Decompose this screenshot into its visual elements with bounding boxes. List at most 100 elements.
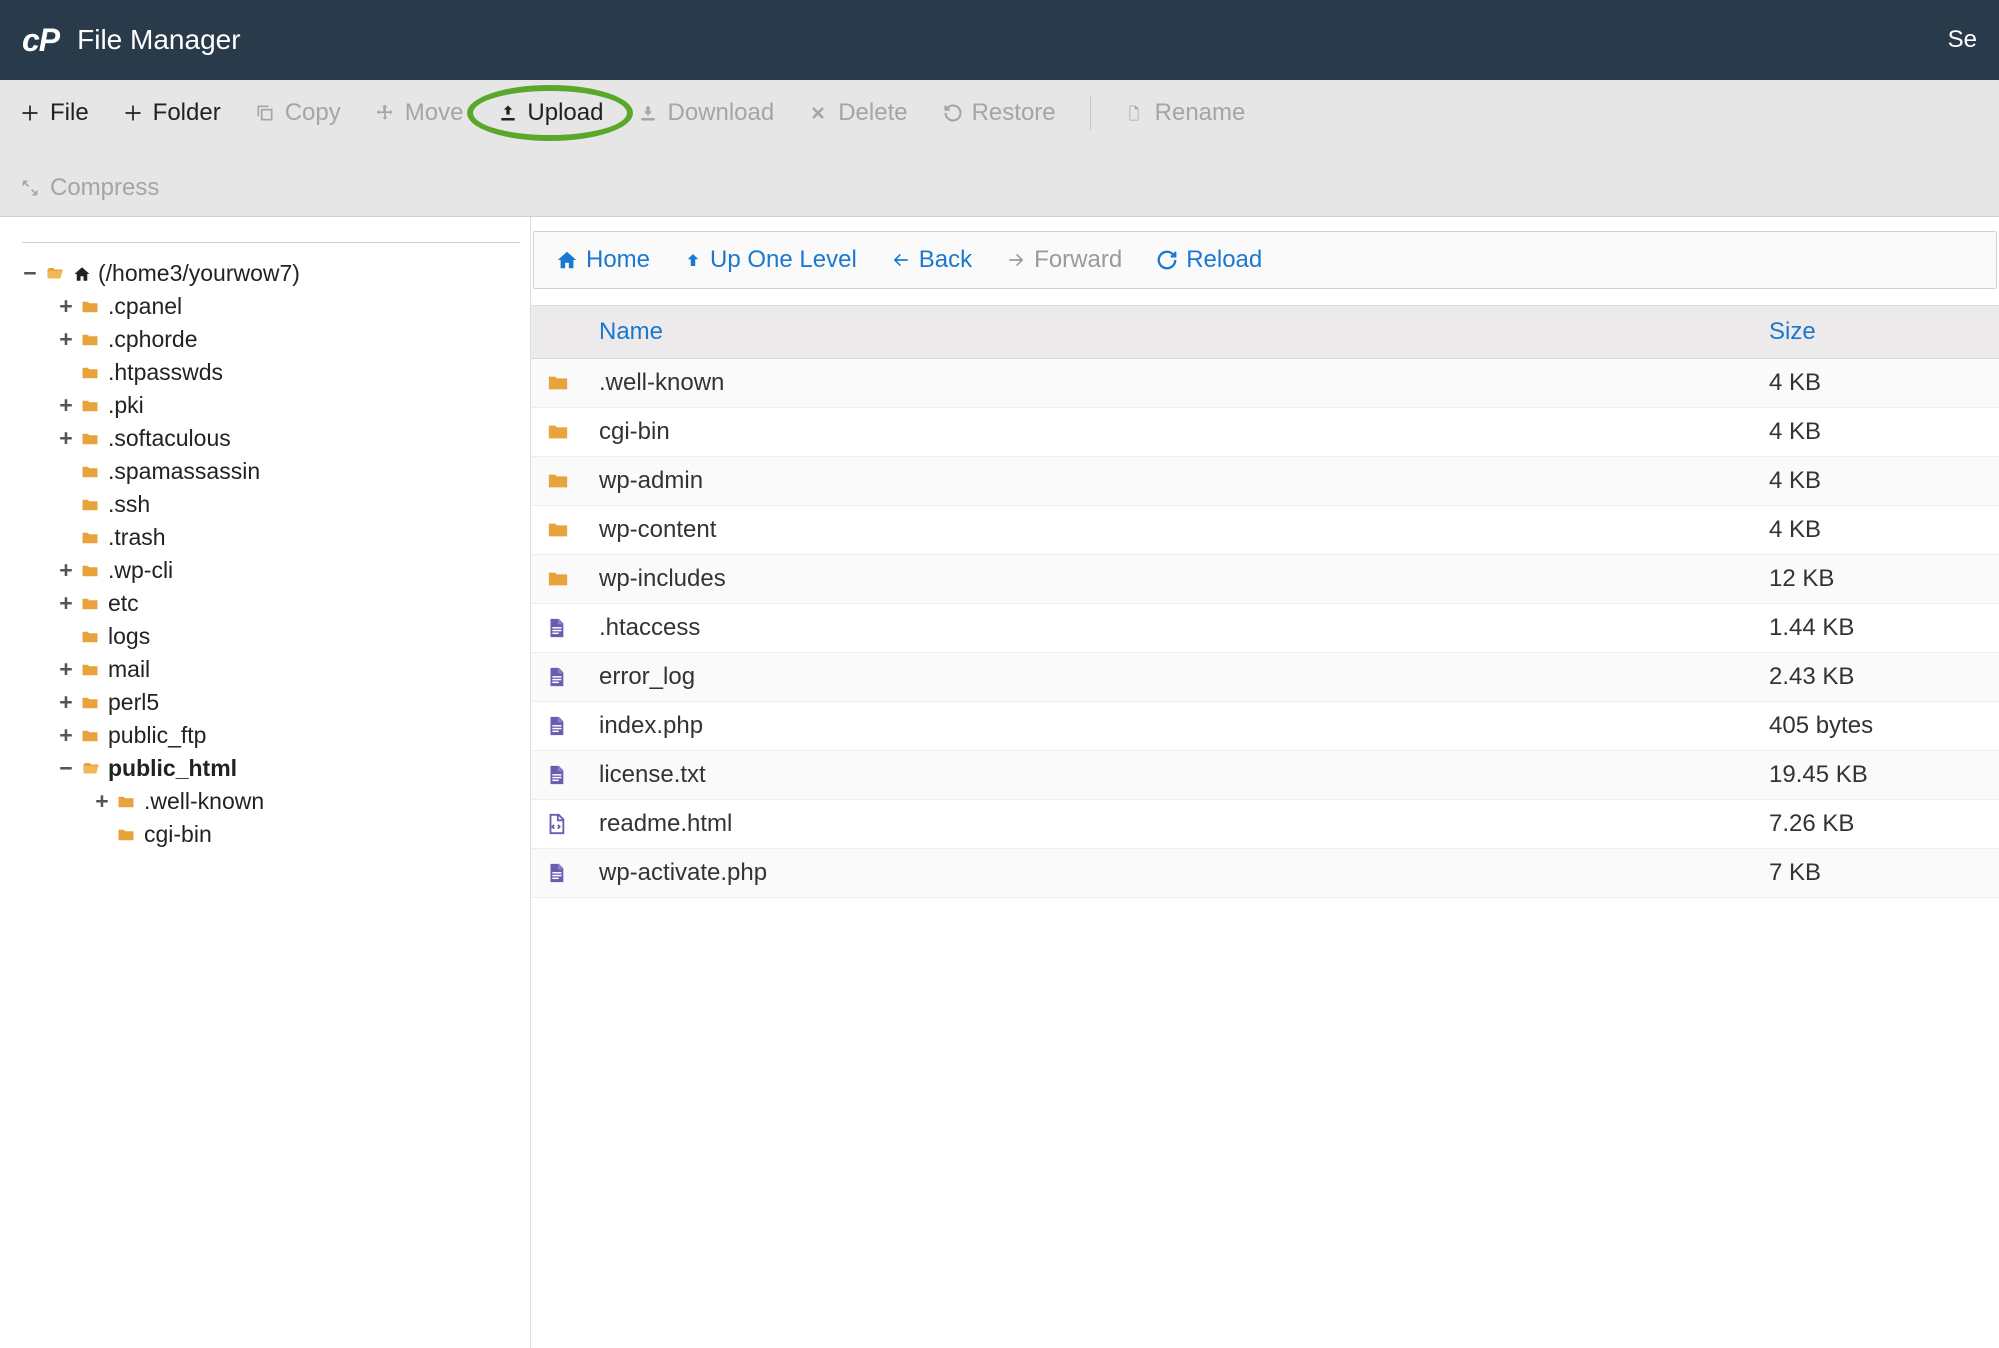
table-row[interactable]: wp-activate.php7 KB (531, 849, 1999, 898)
nav-home-button[interactable]: Home (556, 246, 650, 274)
tree-item[interactable]: .htpasswds (22, 356, 520, 389)
nav-forward-button[interactable]: Forward (1006, 246, 1122, 274)
file-name: .well-known (591, 369, 1759, 397)
nav-forward-label: Forward (1034, 246, 1122, 274)
toolbar-folder-button[interactable]: Folder (123, 99, 221, 127)
toolbar-button-label: Folder (153, 99, 221, 127)
tree-item[interactable]: +.cphorde (22, 323, 520, 356)
table-row[interactable]: index.php405 bytes (531, 702, 1999, 751)
table-row[interactable]: .well-known4 KB (531, 359, 1999, 408)
file-size: 19.45 KB (1759, 761, 1999, 789)
file-name: index.php (591, 712, 1759, 740)
nav-up-button[interactable]: Up One Level (684, 246, 857, 274)
nav-reload-label: Reload (1186, 246, 1262, 274)
toolbar-move-button[interactable]: Move (375, 99, 464, 127)
toolbar-restore-button[interactable]: Restore (942, 99, 1056, 127)
tree-toggle-icon[interactable]: + (94, 788, 110, 815)
restore-icon (942, 103, 964, 123)
folder-icon (80, 529, 102, 547)
file-size: 7.26 KB (1759, 810, 1999, 838)
tree-toggle-icon[interactable]: + (58, 557, 74, 584)
file-name: wp-content (591, 516, 1759, 544)
tree-item[interactable]: logs (22, 620, 520, 653)
file-size: 1.44 KB (1759, 614, 1999, 642)
table-row[interactable]: readme.html7.26 KB (531, 800, 1999, 849)
file-name: cgi-bin (591, 418, 1759, 446)
cpanel-logo-icon: cP (22, 22, 59, 59)
nav-up-label: Up One Level (710, 246, 857, 274)
home-icon (556, 249, 578, 271)
folder-icon (80, 562, 102, 580)
tree-item-label: etc (108, 590, 139, 617)
tree-toggle-icon[interactable]: − (58, 755, 74, 782)
nav-back-button[interactable]: Back (891, 246, 972, 274)
file-size: 4 KB (1759, 467, 1999, 495)
tree-toggle-icon[interactable]: + (58, 293, 74, 320)
table-row[interactable]: wp-admin4 KB (531, 457, 1999, 506)
tree-item[interactable]: .spamassassin (22, 455, 520, 488)
tree-toggle-icon[interactable]: + (58, 425, 74, 452)
folder-icon (116, 793, 138, 811)
tree-item-label: cgi-bin (144, 821, 212, 848)
toolbar-rename-button[interactable]: Rename (1125, 99, 1246, 127)
file-name: wp-activate.php (591, 859, 1759, 887)
table-row[interactable]: wp-content4 KB (531, 506, 1999, 555)
tree-item-label: public_html (108, 755, 237, 782)
tree-item[interactable]: +.well-known (22, 785, 520, 818)
toolbar-compress-button[interactable]: Compress (20, 174, 159, 202)
file-code-icon (531, 811, 591, 837)
tree-item[interactable]: .ssh (22, 488, 520, 521)
tree-toggle-icon[interactable]: + (58, 392, 74, 419)
tree-toggle-icon[interactable]: + (58, 326, 74, 353)
file-list-panel: Home Up One Level Back Forward (530, 217, 1999, 1348)
file-name: readme.html (591, 810, 1759, 838)
file-size: 4 KB (1759, 418, 1999, 446)
tree-item[interactable]: cgi-bin (22, 818, 520, 851)
toolbar-button-label: Compress (50, 174, 159, 202)
toolbar-file-button[interactable]: File (20, 99, 89, 127)
file-name: wp-admin (591, 467, 1759, 495)
file-name: error_log (591, 663, 1759, 691)
tree-item[interactable]: +.cpanel (22, 290, 520, 323)
file-icon (531, 713, 591, 739)
download-icon (637, 103, 659, 123)
file-name: wp-includes (591, 565, 1759, 593)
main-area: −(/home3/yourwow7)+.cpanel+.cphorde.htpa… (0, 217, 1999, 1348)
tree-item[interactable]: +.wp-cli (22, 554, 520, 587)
tree-item[interactable]: +.pki (22, 389, 520, 422)
table-row[interactable]: cgi-bin4 KB (531, 408, 1999, 457)
tree-item[interactable]: + etc (22, 587, 520, 620)
table-header: Name Size (531, 306, 1999, 359)
tree-item[interactable]: +.softaculous (22, 422, 520, 455)
plus-icon (123, 103, 145, 123)
toolbar-download-button[interactable]: Download (637, 99, 774, 127)
folder-open-icon (80, 760, 102, 778)
folder-icon (531, 372, 591, 394)
nav-reload-button[interactable]: Reload (1156, 246, 1262, 274)
toolbar-delete-button[interactable]: Delete (808, 99, 907, 127)
table-row[interactable]: error_log2.43 KB (531, 653, 1999, 702)
toolbar-copy-button[interactable]: Copy (255, 99, 341, 127)
tree-toggle-icon[interactable]: + (58, 656, 74, 683)
tree-toggle-icon[interactable]: + (58, 689, 74, 716)
toolbar-upload-button[interactable]: Upload (497, 99, 603, 127)
folder-icon (80, 364, 102, 382)
arrow-left-icon (891, 250, 911, 270)
upload-icon (497, 103, 519, 123)
column-size-header[interactable]: Size (1759, 318, 1999, 346)
tree-toggle-icon[interactable]: − (22, 260, 38, 287)
column-name-header[interactable]: Name (591, 318, 1759, 346)
file-icon (531, 615, 591, 641)
table-row[interactable]: license.txt19.45 KB (531, 751, 1999, 800)
tree-item[interactable]: +perl5 (22, 686, 520, 719)
tree-toggle-icon[interactable]: + (58, 722, 74, 749)
tree-item[interactable]: +public_ftp (22, 719, 520, 752)
table-row[interactable]: .htaccess1.44 KB (531, 604, 1999, 653)
tree-item[interactable]: +mail (22, 653, 520, 686)
tree-toggle-icon[interactable]: + (58, 590, 74, 617)
tree-item[interactable]: − public_html (22, 752, 520, 785)
tree-item[interactable]: .trash (22, 521, 520, 554)
toolbar-button-label: File (50, 99, 89, 127)
table-row[interactable]: wp-includes12 KB (531, 555, 1999, 604)
tree-item[interactable]: −(/home3/yourwow7) (22, 257, 520, 290)
